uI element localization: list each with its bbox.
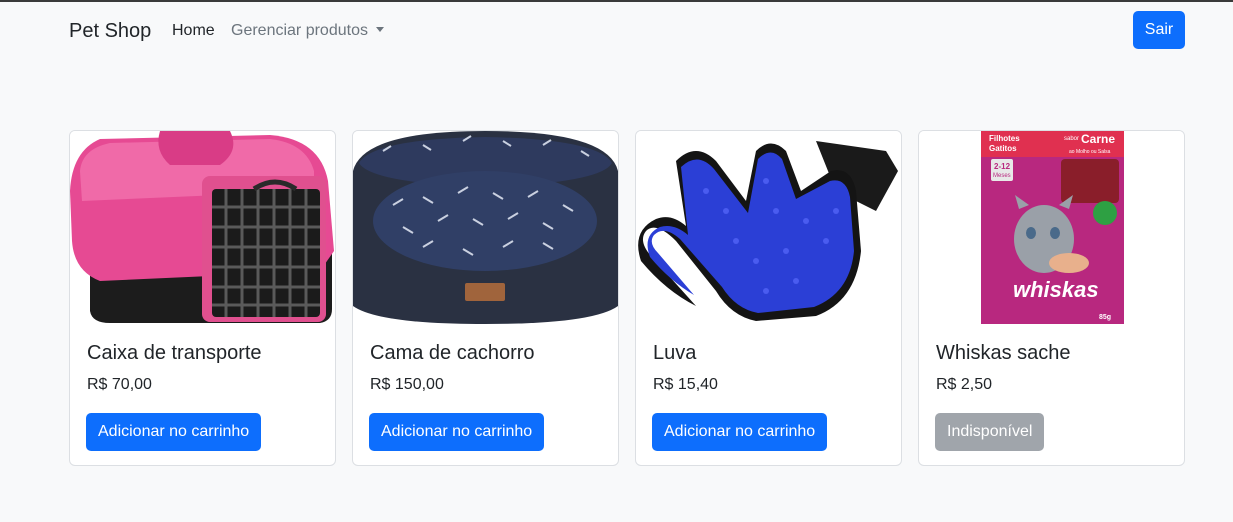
product-name: Caixa de transporte — [87, 342, 262, 364]
whiskas-logo-text: whiskas — [1013, 277, 1099, 302]
add-to-cart-button[interactable]: Adicionar no carrinho — [369, 413, 545, 451]
whiskas-line2: Gatitos — [989, 144, 1017, 153]
product-price: R$ 70,00 — [87, 376, 152, 393]
whiskas-pouch-image: Filhotes Gatitos sabor Carne ao Molho ou… — [919, 131, 1184, 324]
product-card: Cama de cachorro R$ 150,00 Adicionar no … — [352, 130, 619, 466]
whiskas-age-unit: Meses — [993, 173, 1011, 179]
product-price: R$ 15,40 — [653, 376, 718, 393]
brand-link[interactable]: Pet Shop — [69, 20, 151, 43]
dog-bed-image — [353, 131, 618, 324]
logout-button[interactable]: Sair — [1133, 11, 1185, 49]
caret-down-icon — [375, 27, 384, 32]
add-to-cart-button[interactable]: Adicionar no carrinho — [652, 413, 828, 451]
grooming-glove-image — [636, 131, 901, 324]
product-name: Cama de cachorro — [370, 342, 535, 364]
nav-manage-products-dropdown[interactable]: Gerenciar produtos — [231, 22, 384, 40]
navbar: Pet Shop Home Gerenciar produtos Sair — [0, 2, 1233, 60]
add-to-cart-button[interactable]: Adicionar no carrinho — [86, 413, 262, 451]
whiskas-weight: 85g — [1099, 314, 1111, 321]
product-name: Whiskas sache — [936, 342, 1071, 364]
whiskas-line1: Filhotes — [989, 134, 1020, 143]
product-price: R$ 2,50 — [936, 376, 993, 393]
pink-pet-carrier-image — [70, 131, 335, 324]
whiskas-flavor: Carne — [1081, 132, 1115, 146]
product-card: Luva R$ 15,40 Adicionar no carrinho — [635, 130, 902, 466]
whiskas-flavor-prefix: sabor — [1064, 136, 1079, 142]
product-name: Luva — [653, 342, 697, 364]
product-price: R$ 150,00 — [370, 376, 444, 393]
nav-manage-label: Gerenciar produtos — [231, 22, 368, 39]
nav-home[interactable]: Home — [172, 22, 215, 40]
whiskas-sauce: ao Molho ou Salsa — [1069, 149, 1111, 155]
product-card: Filhotes Gatitos sabor Carne ao Molho ou… — [918, 130, 1185, 466]
product-card: Caixa de transporte R$ 70,00 Adicionar n… — [69, 130, 336, 466]
whiskas-age: 2-12 — [994, 162, 1011, 171]
unavailable-button[interactable]: Indisponível — [935, 413, 1045, 451]
